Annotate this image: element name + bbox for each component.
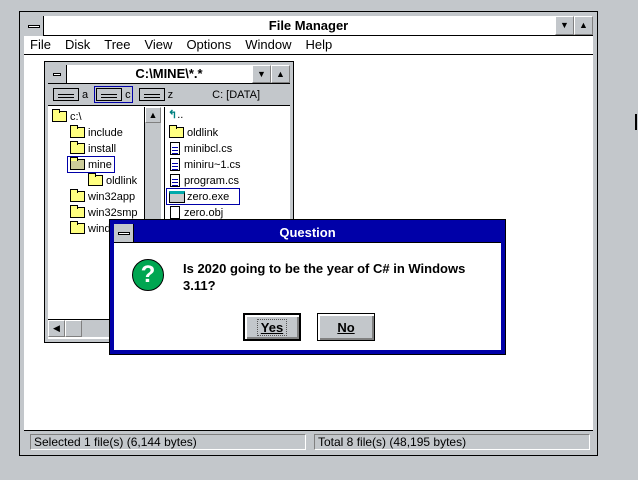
scroll-up-button[interactable]: ▲ — [145, 107, 161, 123]
tree-item[interactable]: win32app — [70, 189, 135, 204]
document-icon — [170, 174, 180, 187]
status-total: Total 8 file(s) (48,195 bytes) — [314, 434, 590, 450]
document-icon — [170, 142, 180, 155]
text-cursor — [635, 114, 637, 130]
no-button[interactable]: No — [317, 313, 375, 341]
menu-bar: File Disk Tree View Options Window Help — [24, 36, 593, 55]
status-bar: Selected 1 file(s) (6,144 bytes) Total 8… — [24, 430, 593, 451]
minimize-button[interactable]: ▼ — [555, 16, 574, 35]
file-icon — [170, 206, 180, 219]
status-selected: Selected 1 file(s) (6,144 bytes) — [30, 434, 306, 450]
file-item[interactable]: oldlink — [169, 125, 218, 140]
main-title-bar[interactable]: File Manager ▼ ▲ — [24, 16, 593, 36]
file-item-selected[interactable]: zero.exe — [166, 188, 240, 205]
hard-drive-icon — [96, 88, 123, 101]
tree-item[interactable]: include — [70, 125, 123, 140]
tree-item[interactable]: oldlink — [88, 173, 137, 188]
drive-a[interactable]: a — [52, 87, 89, 102]
dialog-message: Is 2020 going to be the year of C# in Wi… — [183, 261, 466, 293]
file-item[interactable]: miniru~1.cs — [170, 157, 241, 172]
folder-icon — [52, 109, 67, 122]
file-item[interactable]: minibcl.cs — [170, 141, 232, 156]
tree-item-selected[interactable]: mine — [67, 156, 115, 173]
question-dialog: Question ? Is 2020 going to be the year … — [109, 219, 506, 355]
up-arrow-icon: ↰ — [168, 109, 178, 121]
hard-drive-icon — [138, 88, 165, 101]
document-icon — [170, 158, 180, 171]
dialog-title: Question — [279, 225, 336, 240]
question-icon: ? — [132, 259, 164, 291]
folder-icon — [88, 173, 103, 186]
executable-icon — [169, 190, 185, 203]
directory-title-bar[interactable]: C:\MINE\*.* ▼ ▲ — [48, 65, 290, 84]
folder-icon — [70, 221, 85, 234]
child-maximize-button[interactable]: ▲ — [271, 65, 290, 83]
directory-title: C:\MINE\*.* — [135, 66, 203, 81]
menu-tree[interactable]: Tree — [104, 36, 130, 54]
tree-item[interactable]: c:\ — [52, 109, 82, 124]
volume-label: C: [DATA] — [212, 88, 260, 101]
system-menu-icon — [117, 231, 130, 235]
main-title: File Manager — [268, 18, 349, 33]
file-item[interactable]: zero.obj — [170, 205, 223, 220]
folder-icon — [70, 205, 85, 218]
child-minimize-button[interactable]: ▼ — [252, 65, 271, 83]
floppy-drive-icon — [53, 88, 79, 101]
child-system-menu-button[interactable] — [48, 65, 67, 83]
tree-item[interactable]: install — [70, 141, 116, 156]
scroll-thumb[interactable] — [65, 320, 82, 337]
drive-bar: a c z C: [DATA] — [48, 84, 290, 106]
menu-window[interactable]: Window — [245, 36, 291, 54]
yes-button[interactable]: Yes — [243, 313, 301, 341]
drive-c[interactable]: c — [94, 86, 133, 103]
menu-disk[interactable]: Disk — [65, 36, 90, 54]
system-menu-icon — [27, 24, 40, 28]
menu-options[interactable]: Options — [186, 36, 231, 54]
folder-icon — [70, 125, 85, 138]
file-item[interactable]: program.cs — [170, 173, 239, 188]
folder-icon — [169, 125, 184, 138]
file-item-parent[interactable]: ↰.. — [168, 107, 183, 122]
menu-file[interactable]: File — [30, 36, 51, 54]
scroll-left-button[interactable]: ◀ — [48, 320, 65, 337]
dialog-title-bar[interactable]: Question — [114, 224, 501, 243]
system-menu-icon — [53, 72, 61, 76]
tree-item[interactable]: win32smp — [70, 205, 138, 220]
maximize-button[interactable]: ▲ — [574, 16, 593, 35]
system-menu-button[interactable] — [24, 16, 44, 36]
open-folder-icon — [70, 157, 85, 170]
drive-z[interactable]: z — [138, 87, 175, 102]
dialog-system-menu-button[interactable] — [114, 224, 134, 242]
folder-icon — [70, 141, 85, 154]
menu-help[interactable]: Help — [306, 36, 333, 54]
menu-view[interactable]: View — [144, 36, 172, 54]
folder-icon — [70, 189, 85, 202]
